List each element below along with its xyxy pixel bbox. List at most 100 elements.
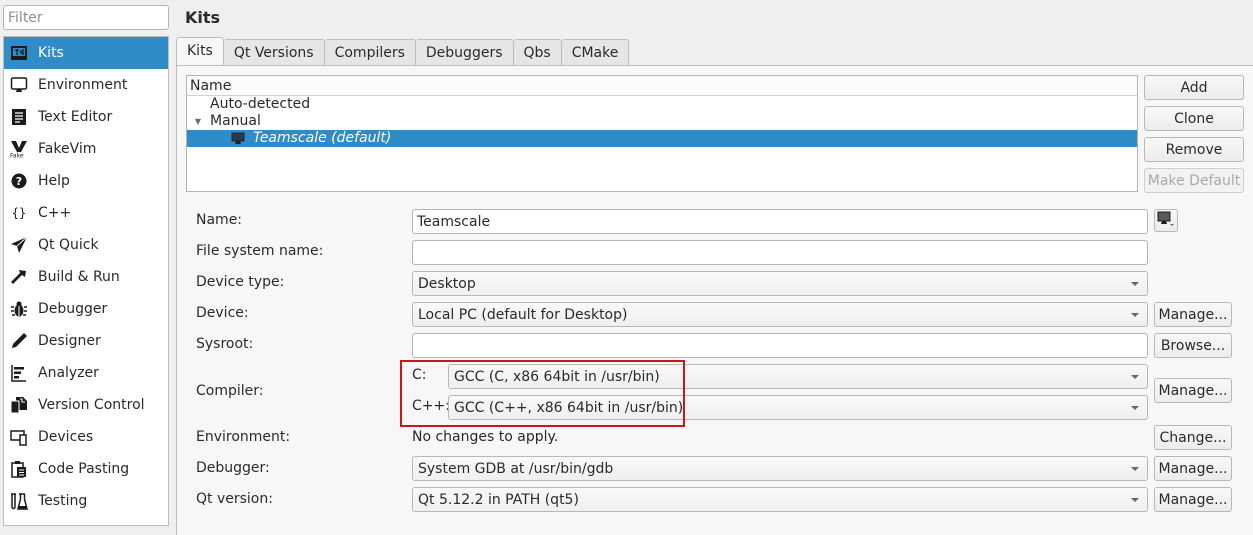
environment-change-button[interactable]: Change... [1154,425,1232,450]
device-select[interactable]: Local PC (default for Desktop) [412,302,1148,327]
dropdown-arrow-icon [1131,406,1139,410]
sidebar-item-label: Qt Quick [38,237,99,253]
hammer-icon [10,268,28,286]
name-label: Name: [196,212,243,228]
sidebar-item-debugger[interactable]: Debugger [4,293,168,325]
tab-qt-versions[interactable]: Qt Versions [223,39,325,65]
tab-qbs[interactable]: Qbs [513,39,562,65]
device-value: Local PC (default for Desktop) [418,306,628,323]
tree-row-teamscale[interactable]: Teamscale (default) [187,130,1137,147]
filter-input[interactable] [3,5,169,30]
sidebar-item-devices[interactable]: Devices [4,421,168,453]
sidebar-item-qt-quick[interactable]: Qt Quick [4,229,168,261]
dropdown-arrow-icon [1131,282,1139,286]
add-kit-button[interactable]: Add [1144,75,1244,100]
device-manage-button[interactable]: Manage... [1154,302,1232,327]
svg-text:?: ? [16,175,22,188]
sidebar-item-label: Debugger [38,301,108,317]
compiler-cpp-select[interactable]: GCC (C++, x86 64bit in /usr/bin) [448,395,1148,420]
flask-icon [10,492,28,510]
sidebar-item-label: Version Control [38,397,145,413]
sidebar-item-label: C++ [38,205,72,221]
text-editor-icon [10,108,28,126]
name-input[interactable] [412,209,1148,234]
dropdown-arrow-icon [1131,498,1139,502]
tree-row-auto-detected[interactable]: Auto-detected [187,96,1137,113]
sidebar-item-label: Designer [38,333,101,349]
compiler-cpp-value: GCC (C++, x86 64bit in /usr/bin) [454,399,684,416]
sidebar-item-cpp[interactable]: {} C++ [4,197,168,229]
device-label: Device: [196,305,249,321]
compiler-c-select[interactable]: GCC (C, x86 64bit in /usr/bin) [448,364,1148,389]
bug-icon [10,300,28,318]
version-control-icon [10,396,28,414]
sidebar-item-label: FakeVim [38,141,97,157]
fakevim-icon: Fake [10,140,28,158]
svg-text:Fake: Fake [10,153,24,159]
sidebar-item-version-control[interactable]: Version Control [4,389,168,421]
debugger-manage-button[interactable]: Manage... [1154,456,1232,481]
tab-debuggers[interactable]: Debuggers [415,39,514,65]
sidebar-item-label: Text Editor [38,109,113,125]
compiler-label: Compiler: [196,383,264,399]
sidebar-item-label: Testing [38,493,88,509]
tab-compilers[interactable]: Compilers [324,39,416,65]
qt-version-select[interactable]: Qt 5.12.2 in PATH (qt5) [412,487,1148,512]
monitor-icon [10,76,28,94]
compiler-manage-button[interactable]: Manage... [1154,378,1232,403]
sidebar-item-label: Devices [38,429,94,445]
analyzer-icon [10,364,28,382]
qt-version-manage-button[interactable]: Manage... [1154,487,1232,512]
compiler-cpp-label: C++: [412,398,450,414]
file-system-name-input[interactable] [412,240,1148,265]
expand-caret-icon[interactable]: ▼ [190,113,206,130]
sidebar-item-analyzer[interactable]: Analyzer [4,357,168,389]
qt-quick-icon [10,236,28,254]
sidebar-item-label: Kits [38,45,64,61]
environment-label: Environment: [196,429,291,445]
tree-header-name[interactable]: Name [187,76,1137,96]
tree-row-label: Teamscale (default) [253,130,392,146]
clipboard-icon [10,460,28,478]
remove-kit-button[interactable]: Remove [1144,137,1244,162]
desktop-icon [231,132,245,146]
sidebar: Kits Environment Text Editor Fake FakeVi… [3,36,169,526]
sidebar-item-code-pasting[interactable]: Code Pasting [4,453,168,485]
sidebar-item-label: Environment [38,77,128,93]
qt-version-value: Qt 5.12.2 in PATH (qt5) [418,491,579,508]
sysroot-label: Sysroot: [196,336,254,352]
help-icon: ? [10,172,28,190]
sidebar-item-environment[interactable]: Environment [4,69,168,101]
svg-text:{}: {} [12,206,26,220]
sidebar-item-fakevim[interactable]: Fake FakeVim [4,133,168,165]
sidebar-item-label: Analyzer [38,365,99,381]
tab-kits[interactable]: Kits [176,37,224,65]
debugger-select[interactable]: System GDB at /usr/bin/gdb [412,456,1148,481]
sidebar-item-label: Code Pasting [38,461,130,477]
tab-cmake[interactable]: CMake [561,39,630,65]
braces-icon: {} [10,204,28,222]
tree-row-manual[interactable]: ▼ Manual [187,113,1137,130]
sidebar-item-kits[interactable]: Kits [4,37,168,69]
pen-icon [10,332,28,350]
sidebar-item-build-run[interactable]: Build & Run [4,261,168,293]
file-system-name-label: File system name: [196,243,324,259]
device-type-value: Desktop [418,275,476,292]
kits-tree[interactable]: Name Auto-detected ▼ Manual Teamscale (d… [186,75,1138,192]
clone-kit-button[interactable]: Clone [1144,106,1244,131]
compiler-c-value: GCC (C, x86 64bit in /usr/bin) [454,368,660,385]
sysroot-browse-button[interactable]: Browse... [1154,333,1232,358]
make-default-button[interactable]: Make Default [1144,168,1244,193]
page-title: Kits [185,8,221,27]
sidebar-item-help[interactable]: ? Help [4,165,168,197]
tree-row-label: Manual [210,113,261,129]
kit-icon-button[interactable] [1154,209,1178,232]
devices-icon [10,428,28,446]
device-type-select[interactable]: Desktop [412,271,1148,296]
sidebar-item-text-editor[interactable]: Text Editor [4,101,168,133]
sysroot-input[interactable] [412,333,1148,358]
desktop-icon [1157,211,1175,231]
tab-bar: Kits Qt Versions Compilers Debuggers Qbs… [176,37,630,65]
sidebar-item-designer[interactable]: Designer [4,325,168,357]
sidebar-item-testing[interactable]: Testing [4,485,168,517]
